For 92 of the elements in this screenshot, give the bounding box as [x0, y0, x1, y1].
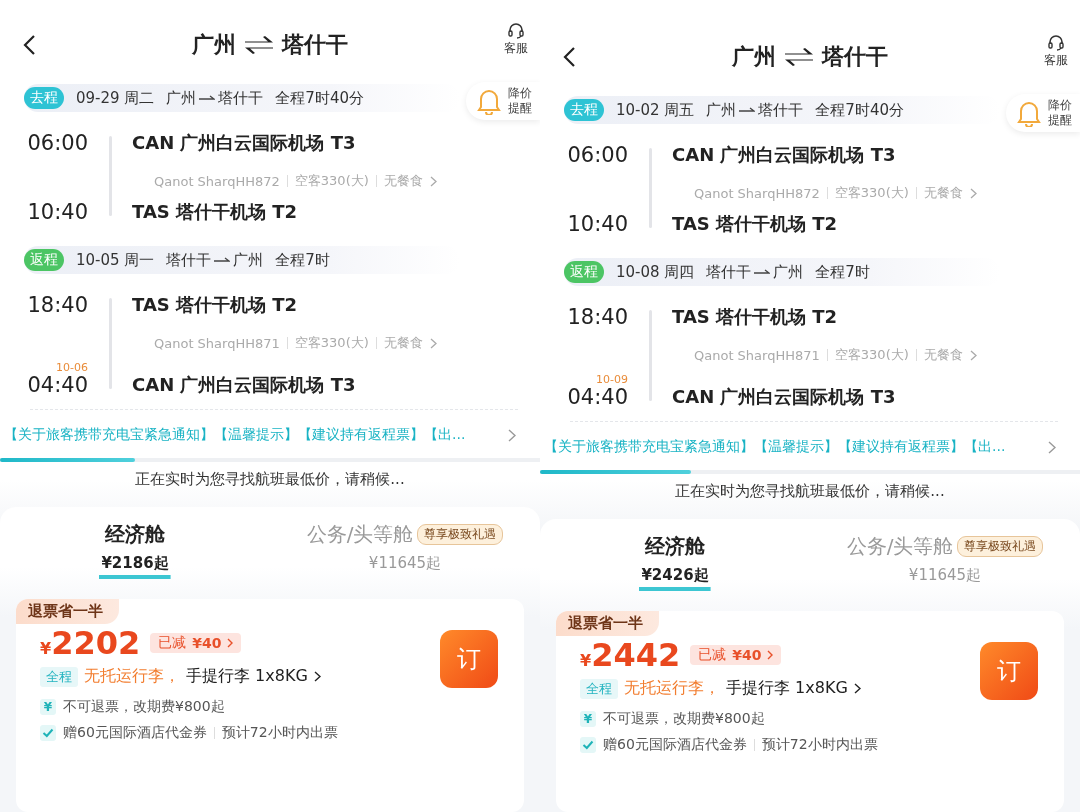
trip-tag: 去程 [24, 87, 64, 109]
bell-icon [1016, 99, 1042, 127]
carry-on-link[interactable]: 手提行李 1x8KG [726, 678, 848, 699]
trip-duration: 全程7时40分 [275, 88, 364, 108]
headset-icon[interactable] [1047, 34, 1065, 52]
perk-text: 预计72小时内出票 [221, 724, 338, 742]
chevron-icon [969, 187, 977, 199]
chevron-icon [429, 175, 437, 187]
baggage-note: 无托运行李， [624, 678, 720, 699]
perk-text: 不可退票，改期费¥800起 [603, 710, 765, 728]
route-destination: 塔什干 [758, 100, 804, 120]
arrival-airport: TAS 塔什干机场 T2 [672, 212, 839, 236]
service-label[interactable]: 客服 [504, 40, 528, 57]
loading-text: 正在实时为您寻找航班最低价，请稍候... [674, 482, 946, 501]
trip-duration: 全程7时 [275, 250, 330, 270]
trip-date: 10-08 周四 [616, 262, 695, 282]
bell-icon [476, 87, 502, 115]
arrival-time: 10:40 [27, 200, 88, 224]
route-destination: 广州 [233, 250, 264, 270]
scope-tag: 全程 [40, 666, 78, 687]
chevron-icon[interactable] [508, 428, 516, 442]
perk-text: 不可退票，改期费¥800起 [63, 698, 225, 716]
baggage-note: 无托运行李， [84, 666, 180, 687]
cabin-tab[interactable]: 经济舱 ¥2426起 [540, 533, 810, 591]
departure-airport: CAN 广州白云国际机场 T3 [672, 143, 897, 167]
next-day-date: 10-09 [596, 374, 628, 385]
departure-time: 18:40 [567, 305, 628, 329]
arrival-airport: TAS 塔什干机场 T2 [132, 200, 299, 224]
swap-arrows-icon [244, 36, 274, 54]
trip-date: 09-29 周二 [76, 88, 155, 108]
chevron-icon [227, 638, 234, 648]
title-origin: 广州 [732, 43, 776, 71]
check-icon [40, 725, 56, 741]
cabin-tab[interactable]: 公务/头等舱 尊享极致礼遇 ¥11645起 [270, 521, 540, 579]
swap-arrows-icon [784, 48, 814, 66]
refund-tag: 退票省一半 [556, 611, 659, 636]
trip-tag: 返程 [24, 249, 64, 271]
trip-date: 10-02 周五 [616, 100, 695, 120]
departure-time: 06:00 [27, 131, 88, 155]
cabin-tab[interactable]: 公务/头等舱 尊享极致礼遇 ¥11645起 [810, 533, 1080, 591]
arrival-time: 10:40 [567, 212, 628, 236]
chevron-icon [767, 650, 774, 660]
trip-duration: 全程7时 [815, 262, 870, 282]
departure-time: 06:00 [567, 143, 628, 167]
departure-airport: TAS 塔什干机场 T2 [132, 293, 299, 317]
route-origin: 广州 [166, 88, 197, 108]
arrival-airport: CAN 广州白云国际机场 T3 [132, 373, 357, 397]
next-day-date: 10-06 [56, 362, 88, 373]
yen-icon: ¥ [40, 699, 56, 715]
check-icon [580, 737, 596, 753]
chevron-icon [853, 683, 861, 694]
trip-tag: 返程 [564, 261, 604, 283]
ticket-price: ¥2442 [580, 636, 681, 674]
chevron-icon [969, 349, 977, 361]
route-destination: 广州 [773, 262, 804, 282]
price-alert-button[interactable]: 降价提醒 [1006, 94, 1080, 132]
route-origin: 塔什干 [706, 262, 752, 282]
chevron-icon[interactable] [1048, 440, 1056, 454]
perk-badge: 尊享极致礼遇 [417, 524, 504, 545]
chevron-icon [313, 671, 321, 682]
ticket-price: ¥2202 [40, 624, 141, 662]
refund-tag: 退票省一半 [16, 599, 119, 624]
scope-tag: 全程 [580, 678, 618, 699]
route-origin: 广州 [706, 100, 737, 120]
arrival-time: 04:40 [27, 373, 88, 397]
back-icon[interactable] [22, 34, 36, 56]
departure-airport: TAS 塔什干机场 T2 [672, 305, 839, 329]
cabin-tab[interactable]: 经济舱 ¥2186起 [0, 521, 270, 579]
title-destination: 塔什干 [822, 43, 888, 71]
yen-icon: ¥ [580, 711, 596, 727]
chevron-icon [429, 337, 437, 349]
route-destination: 塔什干 [218, 88, 264, 108]
service-label[interactable]: 客服 [1044, 52, 1068, 69]
arrival-airport: CAN 广州白云国际机场 T3 [672, 385, 897, 409]
perk-text: 赠60元国际酒店代金券 [63, 724, 207, 742]
price-alert-button[interactable]: 降价提醒 [466, 82, 540, 120]
title-destination: 塔什干 [282, 31, 348, 59]
trip-tag: 去程 [564, 99, 604, 121]
title-origin: 广州 [192, 31, 236, 59]
carry-on-link[interactable]: 手提行李 1x8KG [186, 666, 308, 687]
trip-duration: 全程7时40分 [815, 100, 904, 120]
trip-date: 10-05 周一 [76, 250, 155, 270]
arrival-time: 04:40 [567, 385, 628, 409]
route-origin: 塔什干 [166, 250, 212, 270]
perk-badge: 尊享极致礼遇 [957, 536, 1044, 557]
departure-airport: CAN 广州白云国际机场 T3 [132, 131, 357, 155]
loading-text: 正在实时为您寻找航班最低价，请稍候... [134, 470, 406, 489]
perk-text: 赠60元国际酒店代金券 [603, 736, 747, 754]
headset-icon[interactable] [507, 22, 525, 40]
departure-time: 18:40 [27, 293, 88, 317]
back-icon[interactable] [562, 46, 576, 68]
perk-text: 预计72小时内出票 [761, 736, 878, 754]
